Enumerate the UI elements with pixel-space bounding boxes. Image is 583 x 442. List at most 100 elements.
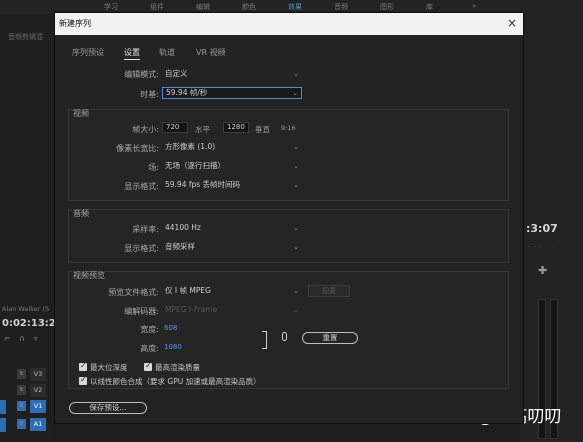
source-patch-a1[interactable] — [0, 418, 6, 432]
audio-section — [68, 209, 509, 263]
track-a1[interactable]: 6 A1 — [0, 418, 54, 432]
save-preset-button[interactable]: 保存预设... — [69, 402, 147, 414]
chevron-down-icon: ⌄ — [293, 224, 299, 232]
max-render-quality-checkbox[interactable]: 最高渲染质量 — [144, 361, 224, 373]
menu-item-color[interactable]: 颜色 — [242, 2, 256, 12]
linked-selection-icon[interactable]: ∩ — [19, 334, 25, 343]
linear-color-label: 以线性颜色合成（要求 GPU 加速或最高渲染品质） — [90, 377, 261, 386]
dialog-title: 新建序列 — [59, 19, 91, 28]
menu-item-edit[interactable]: 编辑 — [196, 2, 210, 12]
fields-label: 场: — [148, 163, 159, 172]
timebase-select[interactable]: 59.94 帧/秒 ⌄ — [162, 87, 302, 99]
frame-width-input[interactable]: 720 — [162, 122, 188, 133]
horizontal-label: 水平 — [195, 125, 210, 134]
ruler-dots: · · · · · — [528, 244, 555, 251]
tab-tracks[interactable]: 轨道 — [159, 47, 175, 58]
configure-button[interactable]: 配置 — [308, 285, 350, 297]
snap-icon[interactable]: ⌐ — [4, 334, 11, 343]
menu-item-audio[interactable]: 音频 — [334, 2, 348, 12]
preview-file-format-select[interactable]: 仅 I 帧 MPEG ⌄ — [162, 285, 302, 297]
link-icon[interactable] — [282, 332, 287, 341]
audio-display-format-select[interactable]: 音频采样 ⌄ — [162, 241, 302, 253]
menu-more-icon[interactable]: » — [472, 2, 476, 10]
right-panel: :3:07 · · · · · ✚ — [520, 14, 583, 442]
video-preview-section-title: 视频预览 — [73, 271, 105, 280]
sample-rate-value: 44100 Hz — [165, 223, 201, 232]
menu-item-learn[interactable]: 学习 — [104, 2, 118, 12]
track-v1[interactable]: 6 V1 — [0, 400, 54, 414]
menu-item-libraries[interactable]: 库 — [426, 2, 433, 12]
chevron-down-icon: ⌄ — [292, 89, 298, 97]
chevron-down-icon: ⌄ — [293, 181, 299, 189]
timebase-label: 时基: — [140, 90, 159, 99]
chevron-down-icon: ⌄ — [293, 143, 299, 151]
program-timecode[interactable]: :3:07 — [526, 222, 558, 235]
track-v2[interactable]: 6 V2 — [0, 384, 54, 398]
pixel-aspect-label: 像素长宽比: — [116, 144, 159, 153]
codec-value: MPEG I-Frame — [165, 305, 218, 314]
sample-rate-select[interactable]: 44100 Hz ⌄ — [162, 222, 302, 234]
video-display-format-select[interactable]: 59.94 fps 丢帧时间码 ⌄ — [162, 179, 302, 191]
preview-file-format-label: 预览文件格式: — [108, 288, 159, 297]
clip-name: Alan Walker (S — [2, 305, 50, 313]
preview-width-value[interactable]: 608 — [164, 324, 177, 332]
video-section-title: 视频 — [73, 109, 89, 118]
left-panel: 音频剪辑混 Alan Walker (S 0:02:13:2 ⌐ ∩ ▿ 6 V… — [0, 14, 56, 442]
preview-height-label: 高度: — [140, 344, 159, 353]
track-toggle-icon[interactable]: 6 — [17, 385, 26, 395]
audio-section-title: 音频 — [73, 209, 89, 218]
tab-settings[interactable]: 设置 — [124, 47, 140, 60]
preview-width-label: 宽度: — [140, 325, 159, 334]
audio-display-format-label: 显示格式: — [124, 244, 159, 253]
pixel-aspect-select[interactable]: 方形像素 (1.0) ⌄ — [162, 141, 302, 153]
tab-sequence-presets[interactable]: 序列预设 — [72, 47, 104, 58]
vertical-label: 垂直 — [255, 125, 270, 134]
track-toggle-icon[interactable]: 6 — [17, 401, 26, 411]
marker-icon[interactable]: ▿ — [34, 334, 38, 343]
track-toggle-icon[interactable]: 6 — [17, 369, 26, 379]
codec-label: 编解码器: — [124, 307, 159, 316]
timebase-value: 59.94 帧/秒 — [166, 88, 208, 97]
track-label[interactable]: V1 — [30, 400, 46, 413]
chevron-down-icon: ⌄ — [293, 243, 299, 251]
new-sequence-dialog: 新建序列 × 序列预设 设置 轨道 VR 视频 编辑模式: 自定义 ⌄ 时基: … — [54, 12, 524, 424]
linear-color-checkbox[interactable]: 以线性颜色合成（要求 GPU 加速或最高渲染品质） — [79, 375, 309, 387]
dimension-bracket — [262, 331, 267, 349]
menu-item-effects[interactable]: 效果 — [288, 2, 302, 12]
dialog-titlebar[interactable]: 新建序列 × — [55, 13, 523, 35]
max-render-quality-label: 最高渲染质量 — [155, 363, 200, 372]
checkbox-checked-icon[interactable] — [79, 361, 87, 371]
checkbox-checked-icon[interactable] — [79, 375, 87, 385]
timeline-timecode[interactable]: 0:02:13:2 — [2, 318, 56, 329]
track-label[interactable]: V3 — [30, 368, 46, 381]
audio-clip-mixer-title[interactable]: 音频剪辑混 — [8, 32, 43, 42]
tab-vr-video[interactable]: VR 视频 — [196, 47, 226, 58]
track-label[interactable]: A1 — [30, 418, 46, 431]
track-toggle-icon[interactable]: 6 — [17, 419, 26, 429]
fields-value: 无场（逐行扫描） — [165, 161, 225, 170]
fields-select[interactable]: 无场（逐行扫描） ⌄ — [162, 160, 302, 172]
preview-height-value[interactable]: 1080 — [164, 343, 182, 351]
checkbox-checked-icon[interactable] — [144, 361, 152, 371]
chevron-down-icon: ⌄ — [293, 70, 299, 78]
track-v3[interactable]: 6 V3 — [0, 368, 54, 382]
menu-item-assembly[interactable]: 组件 — [150, 2, 164, 12]
max-bit-depth-checkbox[interactable]: 最大位深度 — [79, 361, 149, 373]
add-button-icon[interactable]: ✚ — [538, 264, 547, 277]
frame-size-label: 帧大小: — [132, 125, 159, 134]
sample-rate-label: 采样率: — [132, 225, 159, 234]
reset-button[interactable]: 重置 — [302, 332, 358, 344]
menu-item-graphics[interactable]: 图形 — [380, 2, 394, 12]
edit-mode-label: 编辑模式: — [124, 70, 159, 79]
aspect-ratio-note: 9:16 — [281, 124, 296, 132]
track-label[interactable]: V2 — [30, 384, 46, 397]
frame-height-input[interactable]: 1280 — [223, 122, 249, 133]
source-patch-v1[interactable] — [0, 400, 6, 414]
video-display-format-value: 59.94 fps 丢帧时间码 — [165, 180, 241, 189]
chevron-down-icon: ⌄ — [293, 162, 299, 170]
edit-mode-value: 自定义 — [165, 69, 188, 78]
codec-select[interactable]: MPEG I-Frame ⌄ — [162, 304, 302, 316]
preview-file-format-value: 仅 I 帧 MPEG — [165, 286, 211, 295]
close-icon[interactable]: × — [507, 16, 517, 30]
edit-mode-select[interactable]: 自定义 ⌄ — [162, 68, 302, 80]
